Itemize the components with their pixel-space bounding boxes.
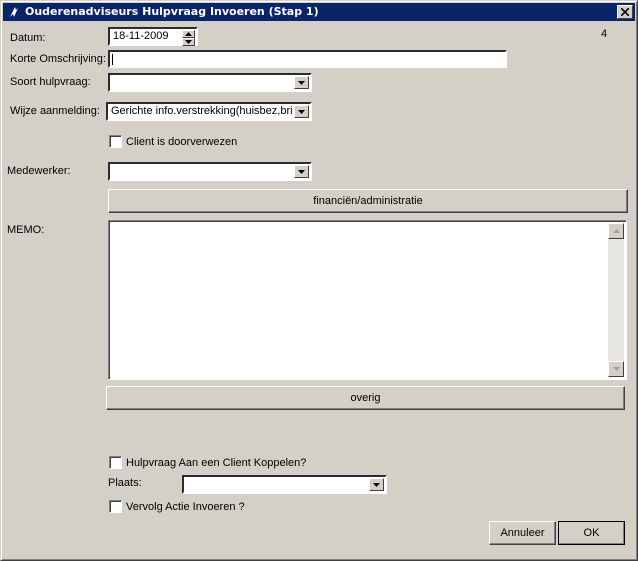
soort-hulpvraag-select[interactable] <box>108 73 312 92</box>
scroll-up-icon[interactable] <box>608 223 624 239</box>
datum-field[interactable]: 18-11-2009 <box>108 27 198 46</box>
spin-down-icon[interactable] <box>182 38 195 46</box>
wijze-aanmelding-label: Wijze aanmelding: <box>10 105 100 117</box>
chevron-down-icon <box>298 170 305 174</box>
scroll-down-icon[interactable] <box>608 361 624 377</box>
vervolg-label[interactable]: Vervolg Actie Invoeren ? <box>126 501 245 513</box>
close-button[interactable] <box>617 5 633 19</box>
vervolg-checkbox[interactable] <box>109 500 122 513</box>
datum-label: Datum: <box>10 32 46 44</box>
overig-button[interactable]: overig <box>106 386 625 410</box>
korte-omschrijving-input[interactable] <box>108 50 507 68</box>
medewerker-dropdown-button[interactable] <box>294 165 309 178</box>
wijze-aanmelding-dropdown-button[interactable] <box>294 105 309 118</box>
wijze-aanmelding-value: Gerichte info.verstrekking(huisbez,brief <box>111 105 293 117</box>
soort-hulpvraag-label: Soort hulpvraag: <box>10 76 91 88</box>
korte-omschrijving-label: Korte Omschrijving: <box>10 53 106 65</box>
wijze-aanmelding-select[interactable]: Gerichte info.verstrekking(huisbez,brief <box>106 102 312 121</box>
financien-administratie-button[interactable]: financiën/administratie <box>108 189 628 213</box>
plaats-label: Plaats: <box>108 477 142 489</box>
medewerker-label: Medewerker: <box>7 165 71 177</box>
doorverwezen-checkbox[interactable] <box>109 135 122 148</box>
soort-hulpvraag-dropdown-button[interactable] <box>294 76 309 89</box>
datum-value: 18-11-2009 <box>113 30 169 42</box>
plaats-select[interactable] <box>182 475 387 494</box>
chevron-down-icon <box>298 110 305 114</box>
dialog-window: Ouderenadviseurs Hulpvraag Invoeren (Sta… <box>0 0 638 561</box>
medewerker-select[interactable] <box>108 162 312 181</box>
overig-button-label: overig <box>350 392 381 404</box>
title-bar[interactable]: Ouderenadviseurs Hulpvraag Invoeren (Sta… <box>3 3 635 21</box>
koppelen-label[interactable]: Hulpvraag Aan een Client Koppelen? <box>126 457 306 469</box>
chevron-down-icon <box>298 81 305 85</box>
koppelen-checkbox[interactable] <box>109 456 122 469</box>
memo-textarea[interactable] <box>108 220 627 380</box>
plaats-dropdown-button[interactable] <box>369 478 384 491</box>
memo-scrollbar[interactable] <box>608 223 624 377</box>
ok-button[interactable]: OK <box>558 521 625 545</box>
financien-button-label: financiën/administratie <box>313 195 423 207</box>
spin-up-icon[interactable] <box>182 30 195 38</box>
ok-button-label: OK <box>583 527 600 539</box>
app-icon <box>10 7 18 17</box>
record-counter: 4 <box>601 28 608 40</box>
close-icon <box>621 8 629 16</box>
doorverwezen-label[interactable]: Client is doorverwezen <box>126 136 237 148</box>
memo-label: MEMO: <box>7 224 45 236</box>
annuleer-button[interactable]: Annuleer <box>489 521 556 545</box>
chevron-down-icon <box>373 483 380 487</box>
window-title: Ouderenadviseurs Hulpvraag Invoeren (Sta… <box>25 5 319 18</box>
text-cursor <box>112 54 113 65</box>
datum-spinner[interactable] <box>182 30 195 47</box>
annuleer-button-label: Annuleer <box>500 527 545 539</box>
